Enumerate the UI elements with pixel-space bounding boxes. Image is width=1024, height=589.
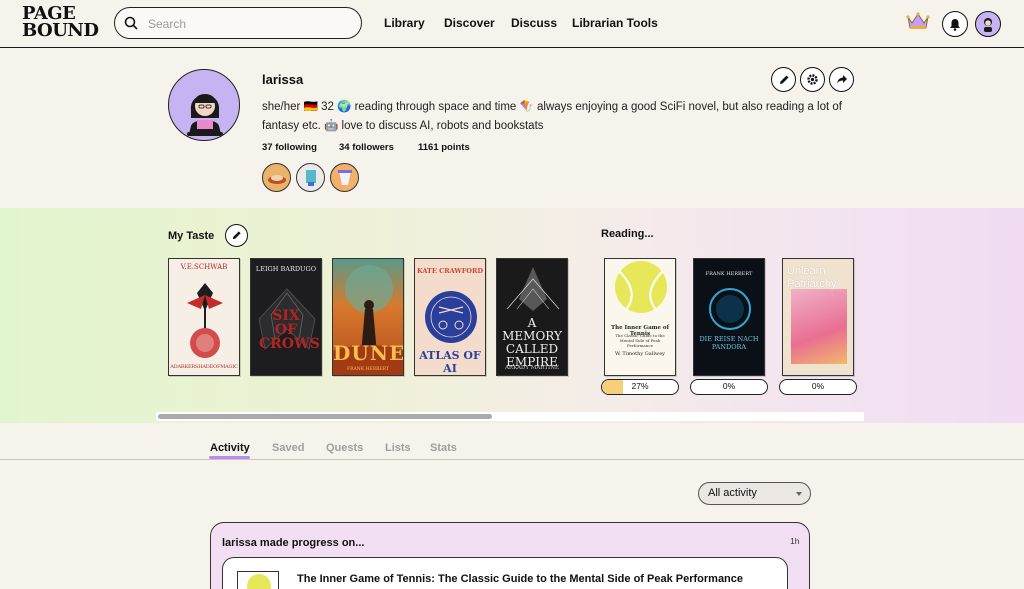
taste-book-5[interactable]: A MEMORY CALLED EMPIRE ARKADY MARTINE xyxy=(496,258,568,376)
activity-headline: larissa made progress on... xyxy=(222,537,365,549)
book-author: W. Timothy Gallwey xyxy=(614,351,665,357)
book-title: Unlearn Patriarchy xyxy=(787,265,837,290)
share-button[interactable] xyxy=(829,67,854,92)
edit-taste-button[interactable] xyxy=(225,224,248,247)
atlas-emblem-illustration xyxy=(425,291,477,343)
top-header: PAGE BOUND Library Discover Discuss Libr… xyxy=(0,0,1024,48)
badge-book-icon xyxy=(305,169,316,186)
user-avatar[interactable] xyxy=(975,11,1001,37)
followers-count[interactable]: 34 followers xyxy=(339,142,394,153)
search-bar[interactable] xyxy=(114,7,362,39)
nav-library[interactable]: Library xyxy=(384,16,425,30)
avatar-icon xyxy=(984,18,992,32)
tabs-divider xyxy=(0,459,1024,460)
book-author: FRANK HERBERT xyxy=(347,367,389,372)
activity-timestamp: 1h xyxy=(790,536,800,546)
book-author: FRANK HERBERT xyxy=(705,271,753,277)
badge-2[interactable] xyxy=(296,163,325,192)
tennis-ball-illustration xyxy=(615,261,667,313)
tab-quests[interactable]: Quests xyxy=(326,442,363,454)
progress-label-1: 27% xyxy=(631,381,649,391)
cover-gradient xyxy=(791,289,847,364)
tab-lists[interactable]: Lists xyxy=(385,442,411,454)
activity-book-cover xyxy=(237,571,279,589)
reading-book-2[interactable]: FRANK HERBERT DIE REISE NACH PANDORA xyxy=(693,258,765,376)
nav-librarian-tools[interactable]: Librarian Tools xyxy=(572,16,658,30)
book-title: ATLAS OF AI xyxy=(419,349,481,375)
crown-icon[interactable] xyxy=(906,11,930,31)
gear-icon xyxy=(807,74,818,85)
filter-selected-value: All activity xyxy=(708,487,757,499)
scrollbar-thumb[interactable] xyxy=(158,414,492,419)
reading-book-1[interactable]: The Inner Game of Tennis The Classic Gui… xyxy=(604,258,676,376)
my-taste-title: My Taste xyxy=(168,230,215,242)
taste-book-2[interactable]: LEIGH BARDUGO SIX OF CROWS xyxy=(250,258,322,376)
book-author: V.E.SCHWAB xyxy=(180,263,228,271)
book-author: ARKADY MARTINE xyxy=(504,365,560,371)
chevron-down-icon xyxy=(796,492,802,496)
tab-saved[interactable]: Saved xyxy=(272,442,304,454)
planet-illustration xyxy=(709,288,751,330)
book-title: ADARKERSHADEOFMAGIC xyxy=(170,364,238,370)
progress-bar-3: 0% xyxy=(779,379,857,395)
profile-avatar xyxy=(168,69,240,141)
rose-illustration xyxy=(187,283,223,358)
badge-3[interactable] xyxy=(330,163,359,192)
pagebound-logo[interactable]: PAGE BOUND xyxy=(22,5,99,41)
pencil-icon xyxy=(232,231,241,240)
tennis-ball-icon xyxy=(247,574,271,589)
nav-discover[interactable]: Discover xyxy=(444,16,495,30)
logo-line-2: BOUND xyxy=(22,20,99,41)
book-title: DIE REISE NACH PANDORA xyxy=(699,335,759,351)
book-title: DUNE xyxy=(333,341,404,365)
activity-book-title[interactable]: The Inner Game of Tennis: The Classic Gu… xyxy=(297,573,743,585)
taste-book-3[interactable]: DUNE FRANK HERBERT xyxy=(332,258,404,376)
nav-discuss[interactable]: Discuss xyxy=(511,16,557,30)
book-author: LEIGH BARDUGO xyxy=(255,265,317,273)
profile-username: larissa xyxy=(262,72,304,87)
pencil-icon xyxy=(779,75,788,84)
profile-bio: she/her 🇩🇪 32 🌍 reading through space an… xyxy=(262,101,842,132)
bell-icon xyxy=(950,18,960,31)
badge-1[interactable] xyxy=(262,163,291,192)
progress-label-2: 0% xyxy=(722,381,736,391)
progress-label-3: 0% xyxy=(811,381,825,391)
taste-book-4[interactable]: KATE CRAWFORD ATLAS OF AI xyxy=(414,258,486,376)
notifications-button[interactable] xyxy=(942,11,968,37)
following-count[interactable]: 37 following xyxy=(262,142,317,153)
search-input[interactable] xyxy=(148,14,353,34)
activity-filter-select[interactable]: All activity xyxy=(698,482,811,505)
book-subtitle: The Classic Guide to the Mental Side of … xyxy=(615,333,665,348)
tab-activity[interactable]: Activity xyxy=(210,442,250,454)
edit-profile-button[interactable] xyxy=(771,67,796,92)
share-arrow-icon xyxy=(836,75,847,84)
settings-button[interactable] xyxy=(800,67,825,92)
badge-dish-icon xyxy=(267,174,286,184)
taste-book-1[interactable]: V.E.SCHWAB ADARKERSHADEOFMAGIC xyxy=(168,258,240,376)
points-count: 1161 points xyxy=(418,142,470,153)
search-icon xyxy=(124,16,138,30)
badge-cup-icon xyxy=(337,169,352,185)
book-author: KATE CRAWFORD xyxy=(416,267,484,275)
progress-bar-2: 0% xyxy=(690,379,768,395)
progress-bar-1: 27% xyxy=(601,379,679,395)
reading-title: Reading... xyxy=(601,228,654,240)
reading-book-3[interactable]: Unlearn Patriarchy xyxy=(782,258,854,376)
book-title: A MEMORY CALLED EMPIRE xyxy=(502,316,562,369)
book-title: SIX OF CROWS xyxy=(259,308,320,352)
tab-stats[interactable]: Stats xyxy=(430,442,457,454)
